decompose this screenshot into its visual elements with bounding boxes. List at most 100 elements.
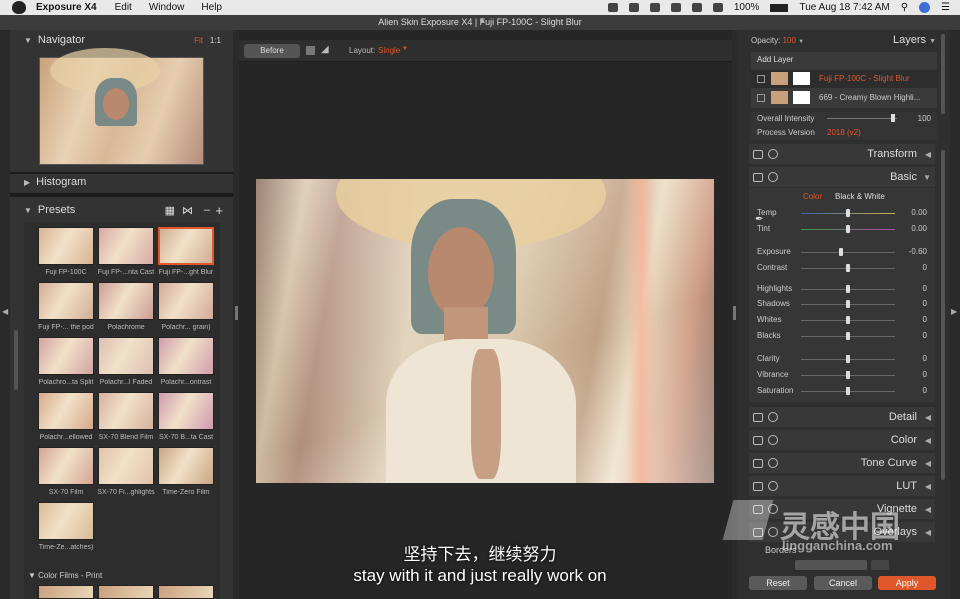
slider-value[interactable]: 0 xyxy=(923,299,927,308)
chevron-down-icon[interactable]: ▼ xyxy=(402,46,408,52)
slider-shadows[interactable]: Shadows 0 xyxy=(749,297,935,311)
bluetooth-icon[interactable] xyxy=(670,3,681,12)
clock[interactable]: Tue Aug 18 7:42 AM xyxy=(799,2,889,13)
before-button[interactable]: Before xyxy=(244,44,300,58)
app-menu[interactable]: Exposure X4 xyxy=(36,2,97,13)
slider-value[interactable]: 0 xyxy=(923,263,927,272)
record-icon[interactable] xyxy=(607,3,618,12)
wifi-icon[interactable] xyxy=(691,3,702,12)
slider-knob[interactable] xyxy=(839,248,844,256)
toggle-icon[interactable] xyxy=(753,481,763,491)
bw-mode-tab[interactable]: Black & White xyxy=(835,192,885,201)
compare-icon[interactable] xyxy=(306,46,315,55)
slider-clarity[interactable]: Clarity 0 xyxy=(749,352,935,366)
layers-header[interactable]: Layers ▼ xyxy=(893,34,936,46)
preset-label[interactable]: SX-70 Film xyxy=(36,489,96,496)
preset-thumbnail[interactable] xyxy=(38,227,94,265)
layout-select[interactable]: Single xyxy=(378,46,400,55)
preset-thumbnail[interactable] xyxy=(158,585,214,599)
preset-label[interactable]: Time-Zero Film xyxy=(156,489,216,496)
preset-thumbnail[interactable] xyxy=(98,447,154,485)
process-version-select[interactable]: 2018 (v2) xyxy=(827,128,861,137)
zoom-1-1-button[interactable]: 1:1 xyxy=(210,36,221,45)
collapse-all-icon[interactable]: ⋈ xyxy=(182,204,193,217)
color-mode-tab[interactable]: Color xyxy=(803,192,822,201)
lut-panel-header[interactable]: LUT ◀ xyxy=(749,476,935,496)
clipping-icon[interactable]: ◢ xyxy=(321,44,329,55)
slider-knob[interactable] xyxy=(891,114,895,122)
overall-intensity-slider[interactable] xyxy=(827,118,897,119)
preset-thumbnail[interactable] xyxy=(98,585,154,599)
cloud-icon[interactable] xyxy=(628,3,639,12)
preset-label[interactable]: Polachr...ontrast xyxy=(156,379,216,386)
collapse-top-icon[interactable]: ▲ xyxy=(479,13,486,28)
preset-thumbnail[interactable] xyxy=(98,282,154,320)
navigator-thumbnail[interactable] xyxy=(39,48,204,165)
preset-thumbnail[interactable] xyxy=(38,585,94,599)
slider-knob[interactable] xyxy=(846,355,850,363)
slider-tint[interactable]: Tint 0.00 xyxy=(749,222,935,236)
preset-label[interactable]: Polachro...ta Split xyxy=(36,379,96,386)
visibility-icon[interactable] xyxy=(757,94,765,102)
detail-panel-header[interactable]: Detail ◀ xyxy=(749,407,935,427)
layer-row[interactable]: 669 - Creamy Blown Highli... xyxy=(751,89,937,107)
slider-value[interactable]: 0 xyxy=(923,386,927,395)
preset-label[interactable]: Fuji FP-...ght Blur xyxy=(156,269,216,276)
slider-knob[interactable] xyxy=(846,209,850,217)
preset-thumbnail[interactable] xyxy=(98,392,154,430)
toggle-icon[interactable] xyxy=(753,435,763,445)
preset-thumbnail[interactable] xyxy=(158,282,214,320)
preset-thumbnail[interactable] xyxy=(98,227,154,265)
slider-exposure[interactable]: Exposure -0.60 xyxy=(749,245,935,259)
presets-header[interactable]: ▼ Presets ▦ ⋈ – + xyxy=(10,200,233,220)
overall-intensity-value[interactable]: 100 xyxy=(918,114,931,123)
reset-icon[interactable] xyxy=(768,149,778,159)
right-panel-toggle-icon[interactable]: ▶ xyxy=(951,307,957,316)
preset-label[interactable]: Fuji FP-... the pod xyxy=(36,324,96,331)
basic-panel-header[interactable]: Basic ▼ xyxy=(749,167,935,187)
dropbox-icon[interactable] xyxy=(649,3,660,12)
preset-label[interactable]: Fuji FP-100C xyxy=(36,269,96,276)
preset-label[interactable]: SX-70 Blend Film xyxy=(96,434,156,441)
toggle-icon[interactable] xyxy=(753,458,763,468)
reset-icon[interactable] xyxy=(768,458,778,468)
slider-saturation[interactable]: Saturation 0 xyxy=(749,384,935,398)
apple-icon[interactable] xyxy=(12,1,26,14)
toggle-icon[interactable] xyxy=(753,149,763,159)
preset-thumbnail[interactable] xyxy=(38,447,94,485)
slider-value[interactable]: 0 xyxy=(923,315,927,324)
preset-thumbnail[interactable] xyxy=(38,337,94,375)
toggle-icon[interactable] xyxy=(753,412,763,422)
visibility-icon[interactable] xyxy=(757,75,765,83)
preset-thumbnail[interactable] xyxy=(98,337,154,375)
left-panel-toggle-icon[interactable]: ◀ xyxy=(2,307,8,316)
adjustments-scrollbar[interactable] xyxy=(941,150,945,480)
slider-track[interactable] xyxy=(801,252,895,253)
preset-thumbnail[interactable] xyxy=(158,337,214,375)
slider-blacks[interactable]: Blacks 0 xyxy=(749,329,935,343)
transform-panel-header[interactable]: Transform ◀ xyxy=(749,144,935,164)
reset-icon[interactable] xyxy=(768,412,778,422)
preset-label[interactable]: SX-70 B...ta Cast xyxy=(156,434,216,441)
battery-level[interactable]: 100% xyxy=(734,2,760,13)
opacity-control[interactable]: Opacity: 100 ▼ xyxy=(751,36,804,45)
layers-scrollbar[interactable] xyxy=(941,34,945,114)
remove-preset-icon[interactable]: – xyxy=(204,204,210,216)
navigator-header[interactable]: ▼ Navigator Fit 1:1 xyxy=(10,30,233,50)
slider-knob[interactable] xyxy=(846,387,850,395)
slider-knob[interactable] xyxy=(846,225,850,233)
slider-value[interactable]: 0 xyxy=(923,331,927,340)
slider-knob[interactable] xyxy=(846,264,850,272)
slider-vibrance[interactable]: Vibrance 0 xyxy=(749,368,935,382)
slider-knob[interactable] xyxy=(846,371,850,379)
slider-highlights[interactable]: Highlights 0 xyxy=(749,282,935,296)
menu-window[interactable]: Window xyxy=(149,2,185,13)
add-layer-button[interactable]: Add Layer xyxy=(757,55,793,64)
left-scrollbar[interactable] xyxy=(14,330,18,390)
preset-label[interactable]: SX-70 Fi...ghlights xyxy=(96,489,156,496)
preset-thumbnail[interactable] xyxy=(38,282,94,320)
preset-label[interactable]: Polachr...l Faded xyxy=(96,379,156,386)
grid-view-icon[interactable]: ▦ xyxy=(165,204,175,217)
left-resize-handle[interactable] xyxy=(235,306,238,320)
tone-curve-panel-header[interactable]: Tone Curve ◀ xyxy=(749,453,935,473)
